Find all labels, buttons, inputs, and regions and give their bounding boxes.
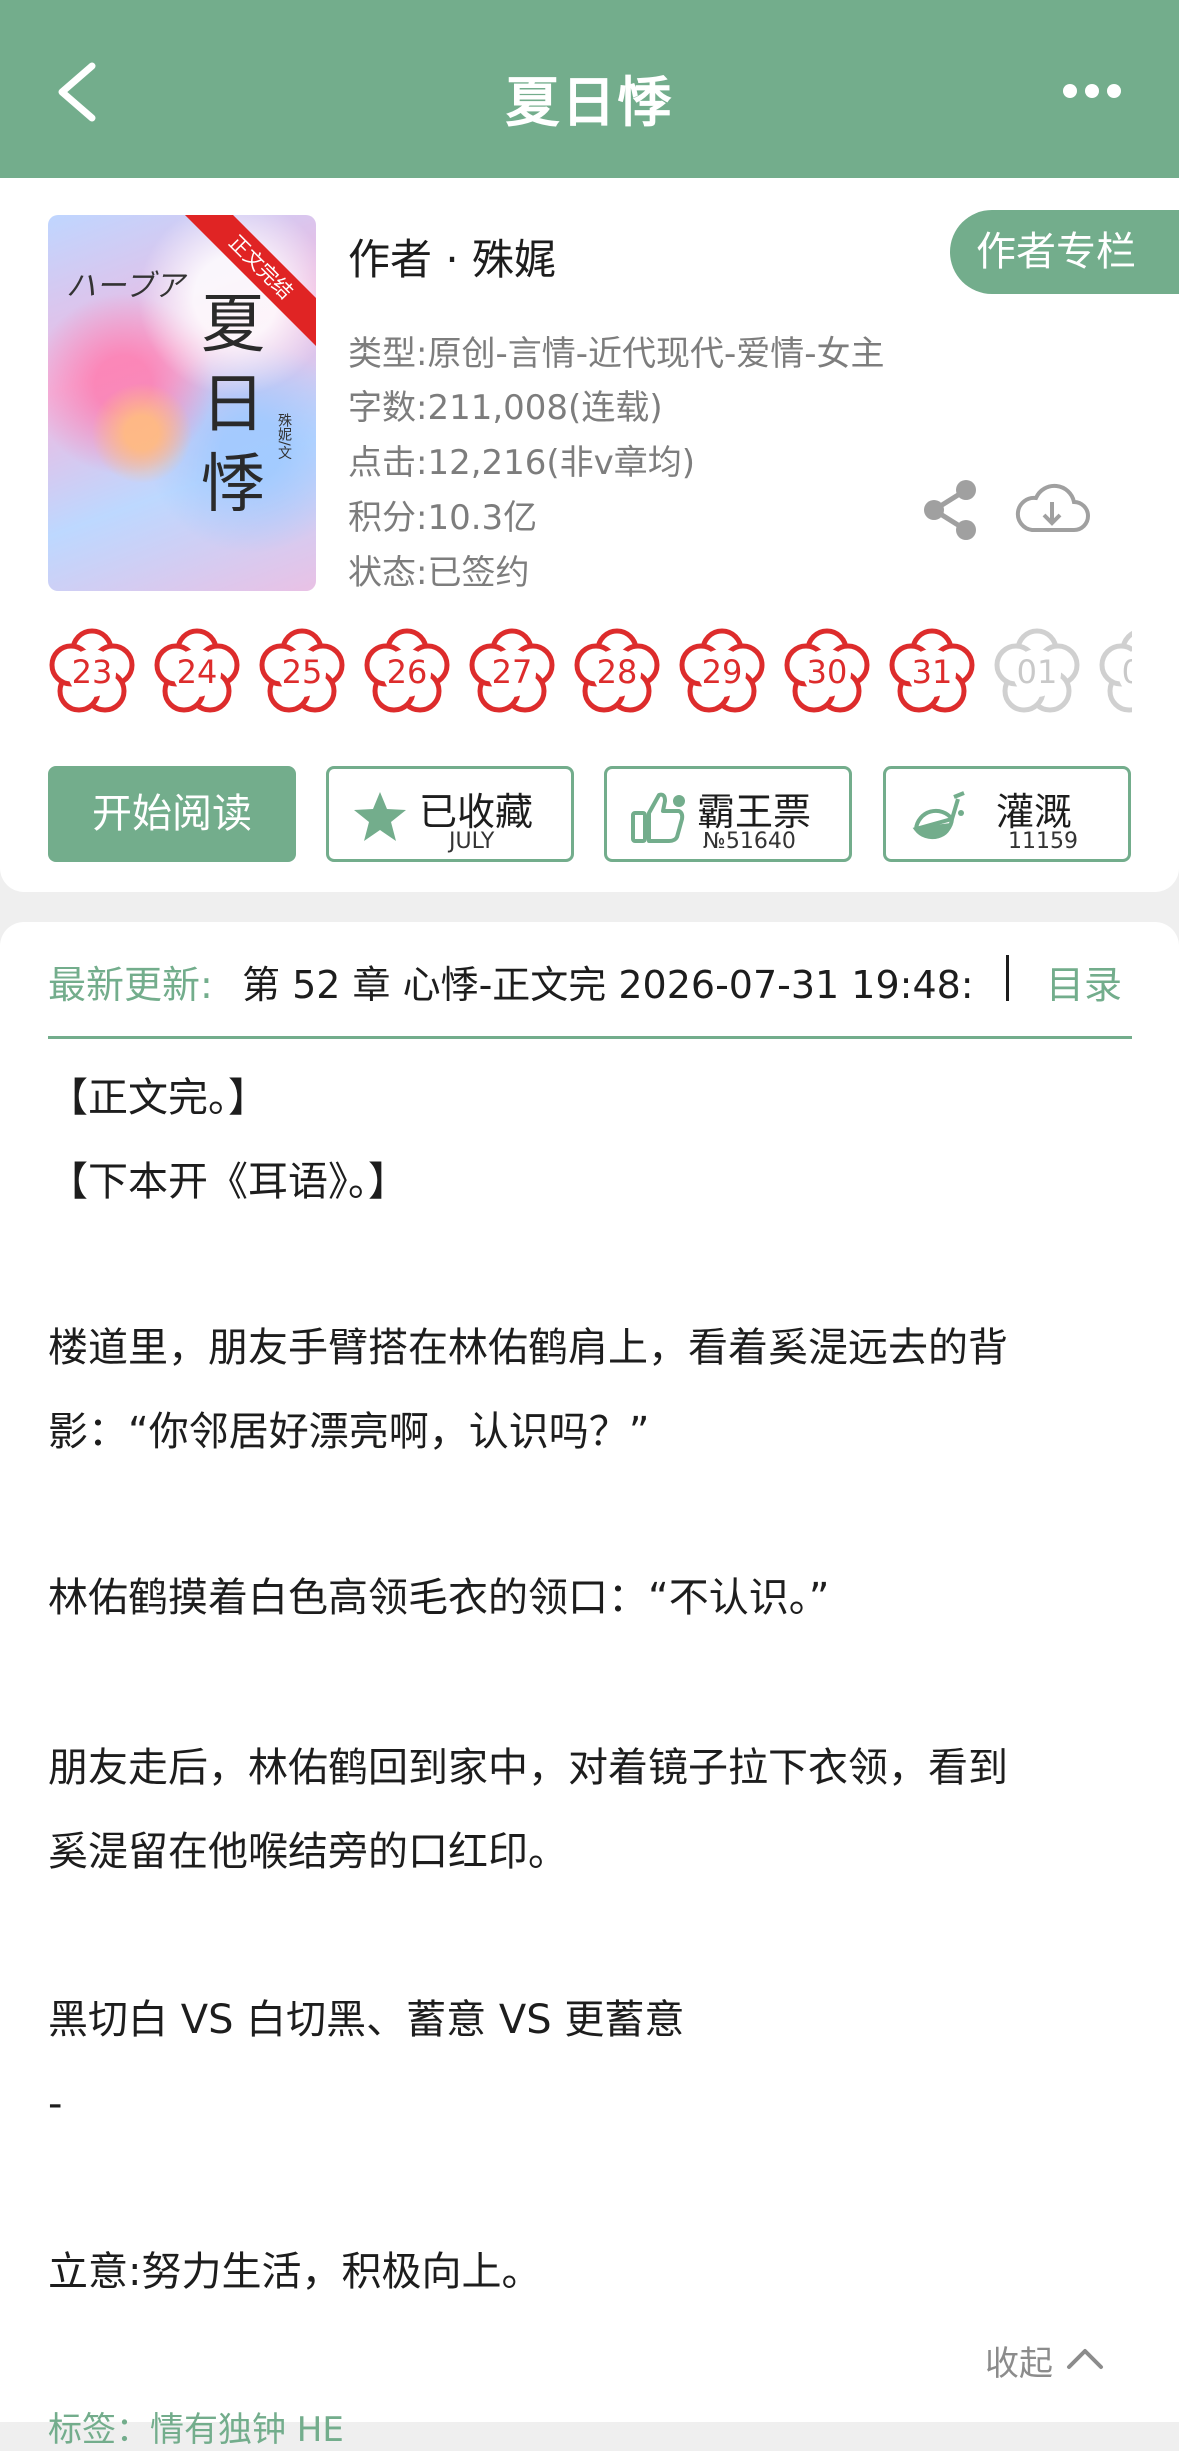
intro-line: 奚湜留在他喉结旁的口红印。 [48,1829,568,1875]
flower-badge[interactable]: 01 [993,628,1081,716]
flower-badge[interactable]: 31 [888,628,976,716]
collect-button[interactable]: 已收藏 JULY [326,766,574,862]
intro-line: 影：“你邻居好漂亮啊，认识吗？” [48,1409,650,1455]
flower-badge[interactable]: 24 [153,628,241,716]
book-type: 类型:原创-言情-近代现代-爱情-女主 [348,334,885,374]
flower-badge[interactable]: 30 [783,628,871,716]
overlord-ticket-button[interactable]: 霸王票 №51640 [604,766,852,862]
download-cloud-icon[interactable] [1014,478,1090,540]
book-word-count: 字数:211,008(连载) [348,388,663,428]
share-icon[interactable] [920,478,980,542]
flower-badge[interactable]: 27 [468,628,556,716]
more-dots-icon[interactable] [1062,76,1122,106]
flower-badge[interactable]: 26 [363,628,451,716]
intro-line: 林佑鹤摸着白色高领毛衣的领口：“不认识。” [48,1575,830,1621]
author-column-button[interactable]: 作者专栏 [950,210,1179,294]
cover-title: 夏日悸 [201,288,265,522]
start-reading-button[interactable]: 开始阅读 [48,766,296,862]
book-points: 积分:10.3亿 [348,498,538,538]
chapter-flower-strip: 23 24 25 26 27 28 29 30 31 01 02 [48,628,1132,724]
section-divider [48,1036,1132,1039]
flower-badge[interactable]: 28 [573,628,661,716]
intro-line: 楼道里，朋友手臂搭在林佑鹤肩上，看着奚湜远去的背 [48,1325,1008,1371]
intro-line: 立意:努力生活，积极向上。 [48,2249,542,2295]
intro-line: 黑切白 VS 白切黑、蓄意 VS 更蓄意 [48,1997,685,2043]
tags-line: 标签：情有独钟 HE [48,2410,344,2450]
book-cover[interactable]: 正文完结 ハーブア 夏日悸 殊妮/文 [48,215,316,591]
book-status: 状态:已签约 [348,553,530,593]
intro-line: 【正文完。】 [48,1075,268,1121]
star-icon [354,792,406,841]
cover-script: ハーブア [66,269,185,304]
flower-badge[interactable]: 23 [48,628,136,716]
flask-icon [912,791,965,840]
intro-line: - [48,2081,63,2127]
update-divider [1006,955,1009,1001]
collapse-button[interactable]: 收起 [985,2336,1053,2385]
thumbs-up-icon [631,792,685,843]
book-clicks: 点击:12,216(非v章均) [348,443,696,483]
irrigate-button[interactable]: 灌溉 11159 [883,766,1131,862]
chevron-up-icon[interactable] [1066,2346,1104,2370]
intro-line: 朋友走后，林佑鹤回到家中，对着镜子拉下衣领，看到 [48,1745,1008,1791]
flower-badge[interactable]: 25 [258,628,346,716]
catalog-link[interactable]: 目录 [1046,954,1122,1009]
author-name[interactable]: 作者 · 殊娓 [348,226,556,287]
latest-update-label: 最新更新: [48,963,213,1007]
latest-update-text[interactable]: 第 52 章 心悸-正文完 2026-07-31 19:48: [242,954,994,1009]
flower-badge[interactable]: 29 [678,628,766,716]
flower-badge[interactable]: 02 [1098,628,1132,716]
intro-line: 【下本开《耳语》。】 [48,1159,408,1205]
page-title: 夏日悸 [505,71,674,134]
app-header: 夏日悸 [0,0,1179,178]
cover-author: 殊妮/文 [276,413,292,460]
